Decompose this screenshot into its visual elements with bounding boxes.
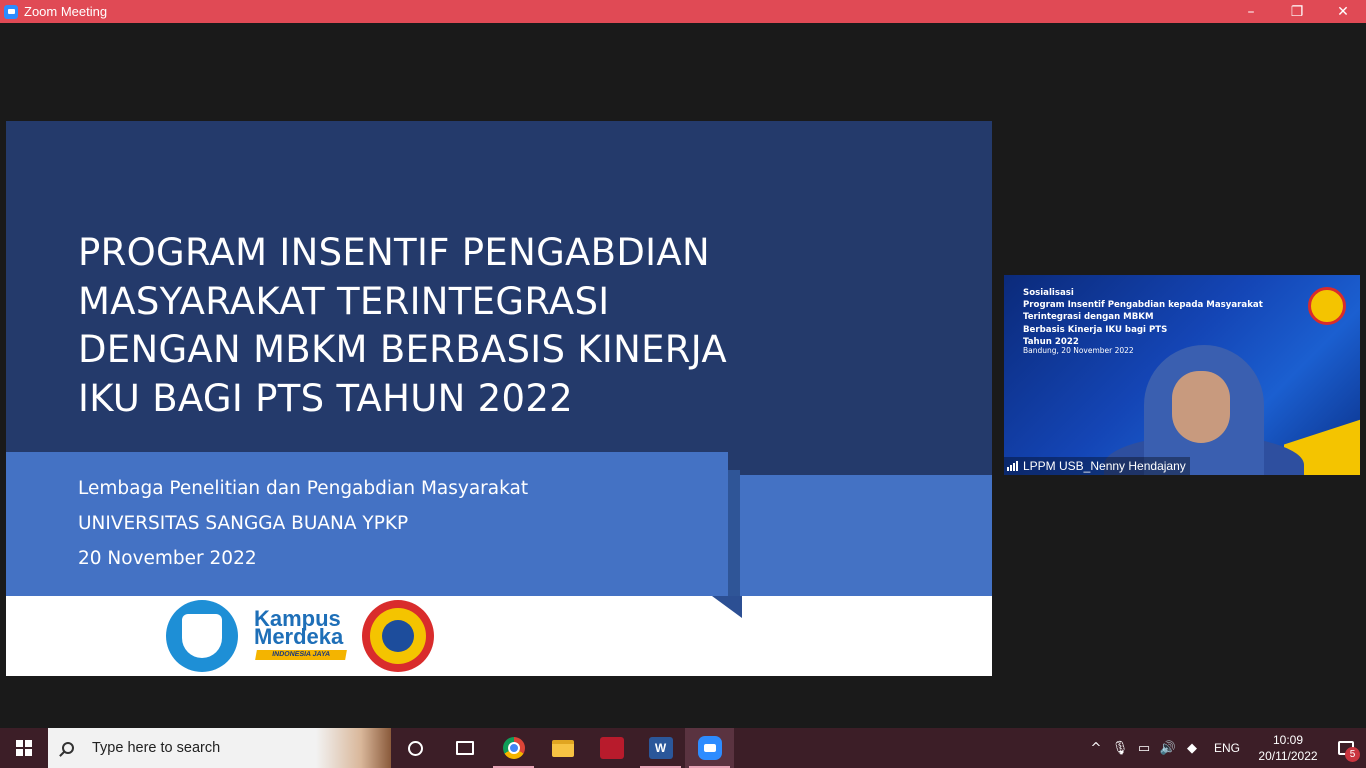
word-icon: W [648, 737, 673, 759]
virtual-background-line: Program Insentif Pengabdian kepada Masya… [1023, 300, 1263, 311]
participant-video-feed [1104, 345, 1304, 475]
clock-time: 10:09 [1272, 733, 1304, 747]
signal-strength-icon [1007, 461, 1018, 471]
system-tray: ^ 🎙 ▭ 🔊 ◆ ENG 10:09 20/11/2022 5 [1084, 728, 1366, 768]
shared-screen-slide[interactable]: PROGRAM INSENTIF PENGABDIAN MASYARAKAT T… [6, 121, 992, 676]
file-explorer-icon [551, 739, 574, 757]
search-icon [62, 742, 74, 754]
slide-title: PROGRAM INSENTIF PENGABDIAN MASYARAKAT T… [78, 229, 738, 423]
battery-icon[interactable]: ▭ [1132, 728, 1156, 768]
window-controls: – ❐ ✕ [1228, 0, 1366, 23]
zoom-app-icon [4, 4, 18, 19]
taskbar-zoom[interactable] [685, 728, 734, 768]
window-title: Zoom Meeting [24, 4, 108, 19]
slide-decor-band-shadow [728, 470, 740, 610]
participant-video-tile[interactable]: Sosialisasi Program Insentif Pengabdian … [1004, 275, 1360, 475]
chrome-icon [502, 737, 525, 759]
taskbar-file-explorer[interactable] [538, 728, 587, 768]
meeting-area: PROGRAM INSENTIF PENGABDIAN MASYARAKAT T… [0, 23, 1366, 728]
input-language-indicator[interactable]: ENG [1204, 741, 1250, 755]
minimize-button[interactable]: – [1228, 0, 1274, 23]
taskbar-clock[interactable]: 10:09 20/11/2022 [1250, 732, 1326, 764]
windows-icon [16, 740, 32, 756]
participant-name: LPPM USB_Nenny Hendajany [1023, 459, 1186, 473]
ypkp-logo [362, 600, 434, 672]
clock-date: 20/11/2022 [1258, 749, 1318, 763]
microphone-icon[interactable]: 🎙 [1108, 728, 1132, 768]
show-hidden-icons-chevron-icon[interactable]: ^ [1084, 728, 1108, 768]
taskbar-chrome[interactable] [489, 728, 538, 768]
slide-title-line: DENGAN MBKM BERBASIS KINERJA [78, 328, 727, 371]
virtual-background-line: Terintegrasi dengan MBKM [1023, 312, 1154, 323]
zoom-icon [697, 736, 722, 760]
cortana-icon [408, 740, 423, 756]
taskbar-word[interactable]: W [636, 728, 685, 768]
dropbox-icon[interactable]: ◆ [1180, 728, 1204, 768]
virtual-background-line: Berbasis Kinerja IKU bagi PTS [1023, 324, 1168, 335]
ypkp-emblem-icon [1308, 287, 1346, 325]
search-highlight-image [316, 728, 391, 768]
action-center-button[interactable]: 5 [1326, 728, 1366, 768]
taskbar-mendeley[interactable] [587, 728, 636, 768]
search-placeholder: Type here to search [92, 740, 221, 756]
kampus-merdeka-logo-tag: INDONESIA JAYA [255, 650, 347, 660]
taskbar: Type here to search W ^ 🎙 ▭ 🔊 ◆ ENG 10:0… [0, 728, 1366, 768]
cortana-button[interactable] [391, 728, 440, 768]
close-button[interactable]: ✕ [1320, 0, 1366, 23]
window-titlebar: Zoom Meeting – ❐ ✕ [0, 0, 1366, 23]
slide-title-line: MASYARAKAT TERINTEGRASI [78, 279, 610, 323]
tut-wuri-handayani-logo [166, 600, 238, 672]
kampus-merdeka-logo: Kampus Merdeka INDONESIA JAYA [252, 606, 348, 666]
slide-title-line: PROGRAM INSENTIF PENGABDIAN [78, 231, 710, 274]
participant-name-bar: LPPM USB_Nenny Hendajany [1004, 457, 1190, 475]
slide-logos: Kampus Merdeka INDONESIA JAYA [166, 599, 434, 673]
notification-count-badge: 5 [1345, 747, 1360, 762]
task-view-button[interactable] [440, 728, 489, 768]
virtual-background-line: Sosialisasi [1023, 288, 1074, 298]
slide-subtitle-university: UNIVERSITAS SANGGA BUANA YPKP [78, 513, 409, 534]
taskbar-search-box[interactable]: Type here to search [48, 728, 391, 768]
virtual-background-text: Sosialisasi Program Insentif Pengabdian … [1023, 287, 1263, 348]
slide-title-line: IKU BAGI PTS TAHUN 2022 [78, 376, 574, 420]
slide-subtitle-date: 20 November 2022 [78, 548, 257, 569]
start-button[interactable] [0, 728, 48, 768]
volume-icon[interactable]: 🔊 [1156, 728, 1180, 768]
kampus-merdeka-logo-bottom: Merdeka [254, 624, 344, 649]
mendeley-icon [599, 737, 624, 759]
restore-button[interactable]: ❐ [1274, 0, 1320, 23]
task-view-icon [455, 741, 474, 755]
slide-logo-strip-right [739, 618, 992, 676]
slide-subtitle-institution: Lembaga Penelitian dan Pengabdian Masyar… [78, 478, 529, 499]
